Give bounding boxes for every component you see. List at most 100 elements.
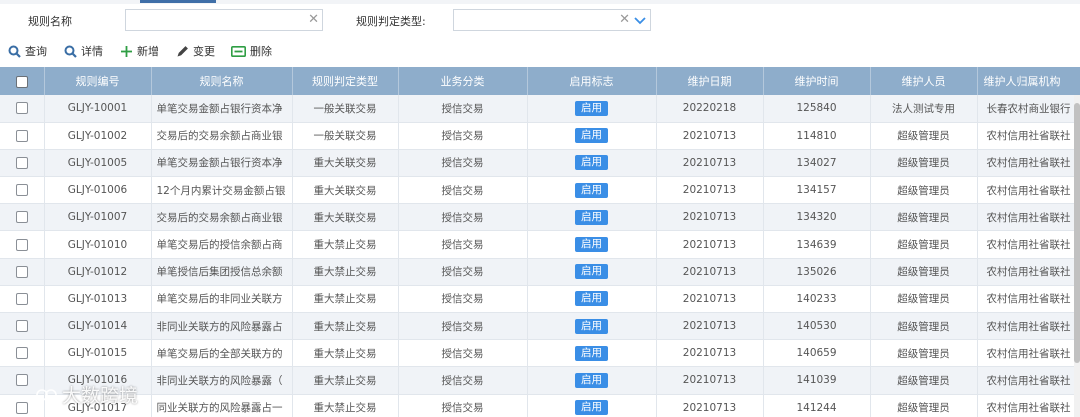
category-cell: 授信交易: [398, 366, 528, 395]
column-header[interactable]: 启用标志: [527, 67, 657, 95]
column-header[interactable]: 维护时间: [763, 67, 871, 95]
row-checkbox[interactable]: [15, 292, 28, 305]
category-cell: 授信交易: [398, 339, 528, 368]
plus-icon: [121, 45, 132, 57]
org-cell: 农村信用社省联社: [977, 285, 1080, 314]
change-button[interactable]: 变更: [176, 43, 215, 59]
table-row[interactable]: GLJY-10001 单笔交易金额占银行资本净 一般关联交易 授信交易 启用 202202…: [0, 95, 1080, 123]
clear-icon[interactable]: ✕: [619, 13, 630, 27]
status-cell: 启用: [527, 122, 657, 150]
add-button[interactable]: 新增: [120, 43, 159, 59]
row-checkbox[interactable]: [15, 347, 28, 360]
org-cell: 长春农村商业银行: [977, 95, 1080, 123]
column-header[interactable]: 维护人员: [870, 67, 978, 95]
row-checkbox-cell[interactable]: [0, 230, 45, 259]
table-row[interactable]: GLJY-01014 非同业关联方的风险暴露占 重大禁止交易 授信交易 启用 202107…: [0, 312, 1080, 341]
rule-name-input[interactable]: ✕: [125, 9, 323, 31]
category-cell: 授信交易: [398, 203, 528, 232]
rule-id-cell: GLJY-01002: [44, 122, 152, 150]
table-row[interactable]: GLJY-01002 交易后的交易余额占商业银 一般关联交易 授信交易 启用 202107…: [0, 122, 1080, 150]
detail-button[interactable]: 详情: [64, 43, 103, 59]
row-checkbox[interactable]: [15, 320, 28, 333]
search-icon: [64, 45, 77, 58]
date-cell: 20210713: [656, 366, 764, 395]
date-cell: 20210713: [656, 203, 764, 232]
rule-type-cell: 重大关联交易: [292, 149, 399, 178]
category-cell: 授信交易: [398, 230, 528, 259]
select-all-checkbox-cell[interactable]: [0, 67, 45, 95]
table-row[interactable]: GLJY-01012 单笔授信后集团授信总余额 重大禁止交易 授信交易 启用 202107…: [0, 258, 1080, 286]
vertical-scrollbar[interactable]: [1074, 95, 1080, 417]
rules-table: 规则编号 规则名称 规则判定类型 业务分类 启用标志 维护日期 维护时间 维护人…: [0, 67, 1080, 417]
clear-icon[interactable]: ✕: [308, 13, 319, 27]
rule-name-cell: 单笔授信后集团授信总余额: [151, 258, 293, 286]
table-row[interactable]: GLJY-01013 单笔交易后的非同业关联方 重大禁止交易 授信交易 启用 202107…: [0, 285, 1080, 314]
table-row[interactable]: GLJY-01016 非同业关联方的风险暴露（ 重大禁止交易 授信交易 启用 202107…: [0, 366, 1080, 395]
watermark-logo-icon: [36, 388, 57, 401]
date-cell: 20210713: [656, 176, 764, 205]
status-badge: 启用: [575, 318, 608, 334]
column-header[interactable]: 维护日期: [656, 67, 764, 95]
scrollbar-thumb[interactable]: [1074, 103, 1080, 363]
org-cell: 农村信用社省联社: [977, 366, 1080, 395]
org-cell: 农村信用社省联社: [977, 394, 1080, 417]
time-cell: 140530: [763, 312, 871, 341]
row-checkbox-cell[interactable]: [0, 203, 45, 232]
rule-id-cell: GLJY-01007: [44, 203, 152, 232]
table-row[interactable]: GLJY-01006 12个月内累计交易金额占银 重大关联交易 授信交易 启用 20210…: [0, 176, 1080, 205]
rule-id-cell: GLJY-01015: [44, 339, 152, 368]
row-checkbox[interactable]: [15, 401, 28, 414]
table-row[interactable]: GLJY-01007 交易后的交易余额占商业银 重大关联交易 授信交易 启用 202107…: [0, 203, 1080, 232]
column-header[interactable]: 维护人归属机构: [977, 67, 1080, 95]
row-checkbox-cell[interactable]: [0, 95, 45, 123]
row-checkbox-cell[interactable]: [0, 312, 45, 341]
change-label: 变更: [193, 45, 215, 58]
row-checkbox-cell[interactable]: [0, 149, 45, 178]
row-checkbox-cell[interactable]: [0, 339, 45, 368]
delete-button[interactable]: 删除: [231, 43, 272, 59]
time-cell: 125840: [763, 95, 871, 123]
table-row[interactable]: GLJY-01010 单笔交易后的授信余额占商 重大禁止交易 授信交易 启用 202107…: [0, 230, 1080, 259]
rule-name-cell: 交易后的交易余额占商业银: [151, 203, 293, 232]
query-button[interactable]: 查询: [8, 43, 47, 59]
rule-name-label: 规则名称: [28, 15, 72, 28]
rule-name-cell: 交易后的交易余额占商业银: [151, 122, 293, 150]
row-checkbox[interactable]: [15, 129, 28, 142]
rule-id-cell: GLJY-10001: [44, 95, 152, 123]
toolbar: 查询 详情 新增 变更 删除: [0, 38, 1080, 64]
rule-type-cell: 重大关联交易: [292, 176, 399, 205]
rule-name-cell: 单笔交易后的全部关联方的: [151, 339, 293, 368]
table-row[interactable]: GLJY-01017 同业关联方的风险暴露占一 重大禁止交易 授信交易 启用 202107…: [0, 394, 1080, 417]
row-checkbox[interactable]: [15, 102, 28, 115]
chevron-down-icon[interactable]: [633, 13, 647, 27]
column-header[interactable]: 业务分类: [398, 67, 528, 95]
row-checkbox[interactable]: [15, 238, 28, 251]
column-header[interactable]: 规则编号: [44, 67, 152, 95]
column-header[interactable]: 规则判定类型: [292, 67, 399, 95]
row-checkbox[interactable]: [15, 211, 28, 224]
rule-type-select[interactable]: ✕: [453, 9, 651, 31]
row-checkbox-cell[interactable]: [0, 285, 45, 314]
status-cell: 启用: [527, 285, 657, 314]
status-cell: 启用: [527, 312, 657, 341]
date-cell: 20210713: [656, 394, 764, 417]
table-row[interactable]: GLJY-01015 单笔交易后的全部关联方的 重大禁止交易 授信交易 启用 202107…: [0, 339, 1080, 368]
category-cell: 授信交易: [398, 176, 528, 205]
detail-label: 详情: [81, 45, 103, 58]
row-checkbox[interactable]: [15, 374, 28, 387]
operator-cell: 超级管理员: [870, 366, 978, 395]
row-checkbox-cell[interactable]: [0, 122, 45, 150]
column-header[interactable]: 规则名称: [151, 67, 293, 95]
row-checkbox[interactable]: [15, 265, 28, 278]
category-cell: 授信交易: [398, 312, 528, 341]
status-badge: 启用: [575, 128, 608, 144]
row-checkbox[interactable]: [15, 184, 28, 197]
status-badge: 启用: [575, 100, 608, 116]
table-row[interactable]: GLJY-01005 单笔交易金额占银行资本净 重大关联交易 授信交易 启用 202107…: [0, 149, 1080, 178]
select-all-checkbox[interactable]: [15, 75, 28, 88]
row-checkbox-cell[interactable]: [0, 176, 45, 205]
row-checkbox-cell[interactable]: [0, 258, 45, 286]
org-cell: 农村信用社省联社: [977, 258, 1080, 286]
rule-type-cell: 一般关联交易: [292, 122, 399, 150]
row-checkbox[interactable]: [15, 156, 28, 169]
